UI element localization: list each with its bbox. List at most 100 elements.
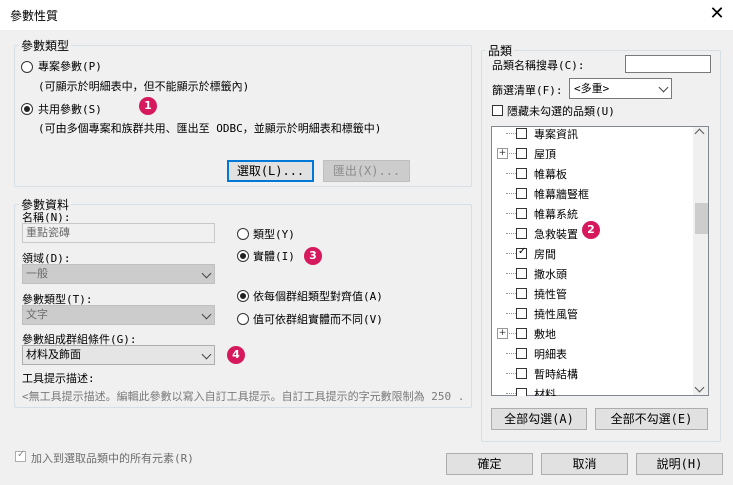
shared-param-radio[interactable] — [21, 103, 33, 115]
shared-param-label: 共用參數(S) — [38, 103, 102, 116]
category-label: 屋頂 — [534, 148, 556, 161]
param-type-legend: 參數類型 — [21, 39, 70, 53]
tree-scrollbar[interactable] — [693, 127, 708, 395]
param-type-select[interactable]: 文字 — [22, 305, 215, 325]
tree-connector — [506, 393, 516, 394]
project-param-label: 專案參數(P) — [38, 60, 102, 73]
category-tree-item[interactable]: 撓性管 — [491, 283, 691, 303]
ok-button[interactable]: 確定 — [446, 453, 533, 475]
uncheck-all-button[interactable]: 全部不勾選(E) — [595, 408, 708, 430]
tree-connector — [506, 293, 516, 294]
category-checkbox[interactable] — [516, 128, 527, 139]
category-label: 房間 — [534, 248, 556, 261]
tree-connector — [506, 313, 516, 314]
category-checkbox[interactable] — [516, 148, 527, 159]
scroll-thumb[interactable] — [695, 203, 708, 234]
tree-connector — [506, 173, 516, 174]
category-checkbox[interactable] — [516, 188, 527, 199]
name-field[interactable]: 重點瓷磚 — [22, 223, 215, 243]
callout-badge-4: 4 — [227, 346, 245, 364]
category-tree-item[interactable]: + 屋頂 — [491, 143, 691, 163]
category-checkbox[interactable] — [516, 308, 527, 319]
category-tree-item[interactable]: 暫時結構 — [491, 363, 691, 383]
align-values-radio[interactable] — [237, 290, 249, 302]
category-tree-item[interactable]: ✓ 房間 — [491, 243, 691, 263]
category-label: 敷地 — [534, 328, 556, 341]
checkmark-icon: ✓ — [17, 449, 26, 460]
category-tree-item[interactable]: 材料 — [491, 383, 691, 396]
category-tree-item[interactable]: 帷幕牆豎框 — [491, 183, 691, 203]
type-radio[interactable] — [237, 228, 249, 240]
expand-icon[interactable]: + — [497, 328, 508, 339]
category-checkbox[interactable] — [516, 348, 527, 359]
tree-connector — [506, 373, 516, 374]
vary-values-radio[interactable] — [237, 313, 249, 325]
export-button[interactable]: 匯出(X)... — [323, 160, 410, 182]
filter-list-value: <多重> — [574, 82, 610, 95]
category-tree-item[interactable]: + 敷地 — [491, 323, 691, 343]
hide-unchecked-label: 隱藏未勾選的品類(U) — [507, 105, 615, 118]
callout-badge-2: 2 — [582, 221, 600, 239]
add-all-elements-checkbox[interactable]: ✓ — [15, 449, 26, 462]
category-label: 材料 — [534, 388, 556, 396]
category-checkbox[interactable] — [516, 288, 527, 299]
param-type-value: 文字 — [26, 308, 48, 321]
chevron-down-icon — [658, 82, 669, 93]
title-bar — [0, 0, 733, 30]
category-tree-item[interactable]: 撒水頭 — [491, 263, 691, 283]
vary-values-label: 值可依群組實體而不同(V) — [253, 313, 383, 326]
category-tree-item[interactable]: 帷幕板 — [491, 163, 691, 183]
chevron-down-icon — [201, 268, 212, 279]
category-tree-item[interactable]: 撓性風管 — [491, 303, 691, 323]
hide-unchecked-checkbox[interactable] — [492, 105, 503, 116]
instance-radio-label: 實體(I) — [253, 250, 295, 263]
align-values-label: 依每個群組類型對齊值(A) — [253, 290, 383, 303]
category-checkbox[interactable] — [516, 328, 527, 339]
category-checkbox[interactable] — [516, 208, 527, 219]
tree-connector — [506, 213, 516, 214]
check-all-button[interactable]: 全部勾選(A) — [491, 408, 587, 430]
category-checkbox[interactable] — [516, 168, 527, 179]
window-title: 參數性質 — [10, 9, 59, 23]
category-checkbox[interactable]: ✓ — [516, 246, 527, 259]
help-button[interactable]: 說明(H) — [636, 453, 723, 475]
category-label: 明細表 — [534, 348, 567, 361]
instance-radio[interactable] — [237, 250, 249, 262]
discipline-select[interactable]: 一般 — [22, 264, 215, 284]
expand-icon[interactable]: + — [497, 148, 508, 159]
category-label: 帷幕板 — [534, 168, 567, 181]
category-tree-item[interactable]: 明細表 — [491, 343, 691, 363]
tree-connector — [506, 273, 516, 274]
category-checkbox[interactable] — [516, 388, 527, 396]
category-tree-item[interactable]: 專案資訊 — [491, 126, 691, 143]
chevron-down-icon — [201, 309, 212, 320]
checkmark-icon: ✓ — [518, 246, 527, 257]
project-param-desc: (可顯示於明細表中，但不能顯示於標籤內) — [38, 80, 250, 93]
select-button[interactable]: 選取(L)... — [227, 160, 314, 182]
project-param-radio[interactable] — [21, 61, 33, 73]
category-checkbox[interactable] — [516, 228, 527, 239]
group-select[interactable]: 材料及飾面 — [22, 345, 215, 365]
category-label: 撓性風管 — [534, 308, 578, 321]
tree-connector — [506, 353, 516, 354]
category-label: 帷幕系統 — [534, 208, 578, 221]
category-label: 撒水頭 — [534, 268, 567, 281]
chevron-down-icon — [201, 349, 212, 360]
tree-connector — [506, 233, 516, 234]
filter-list-select[interactable]: <多重> — [569, 78, 672, 99]
cancel-button[interactable]: 取消 — [541, 453, 628, 475]
close-icon[interactable]: ✕ — [706, 3, 728, 25]
group-value: 材料及飾面 — [26, 348, 81, 361]
tree-connector — [506, 253, 516, 254]
tree-connector — [506, 193, 516, 194]
category-label: 急救裝置 — [534, 228, 578, 241]
category-checkbox[interactable] — [516, 268, 527, 279]
category-checkbox[interactable] — [516, 368, 527, 379]
category-tree-rows: 專案資訊 + 屋頂帷幕板帷幕牆豎框帷幕系統急救裝置 ✓ 房間撒水頭撓性管撓性風管 + 敷地明… — [491, 126, 691, 396]
category-tree-item[interactable]: 帷幕系統 — [491, 203, 691, 223]
shared-param-desc: (可由多個專案和族群共用、匯出至 ODBC，並顯示於明細表和標籤中) — [38, 122, 382, 135]
category-label: 撓性管 — [534, 288, 567, 301]
tooltip-text[interactable]: <無工具提示描述。編輯此參數以寫入自訂工具提示。自訂工具提示的字元數限制為 25… — [22, 388, 462, 406]
category-search-input[interactable] — [625, 55, 711, 73]
type-radio-label: 類型(Y) — [253, 228, 295, 241]
